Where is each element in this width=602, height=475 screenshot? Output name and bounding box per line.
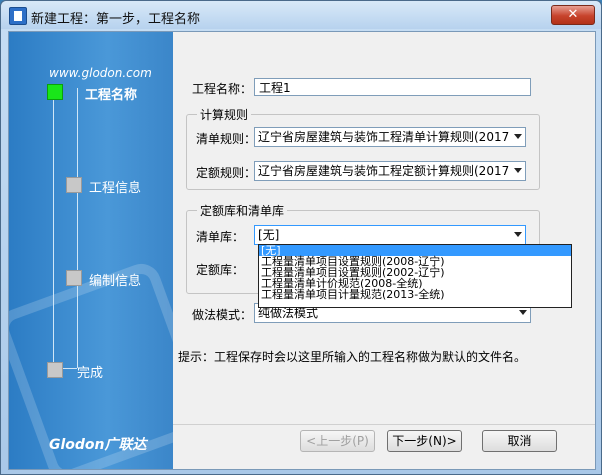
step-marker-project-info	[66, 177, 82, 193]
quota-rule-value: 辽宁省房屋建筑与装饰工程定额计算规则(2017	[258, 164, 510, 178]
list-lib-value: [无]	[258, 228, 280, 242]
project-name-label: 工程名称：	[192, 82, 253, 96]
prev-button[interactable]: <上一步(P)	[300, 430, 375, 452]
next-button[interactable]: 下一步(N)>	[387, 430, 462, 452]
cancel-button[interactable]: 取消	[482, 430, 557, 452]
chevron-down-icon	[514, 168, 522, 173]
step-project-name[interactable]: 工程名称	[85, 84, 137, 103]
step-project-info[interactable]: 工程信息	[89, 177, 141, 196]
step-connector	[77, 88, 78, 368]
step-connector	[53, 88, 54, 368]
quota-rule-label: 定额规则：	[196, 166, 257, 180]
wizard-window: 新建工程：第一步，工程名称 ✕ www.glodon.com 工程名称 工程信息…	[0, 0, 602, 475]
quota-rule-select[interactable]: 辽宁省房屋建筑与装饰工程定额计算规则(2017	[254, 161, 526, 181]
step-marker-finish	[47, 362, 63, 378]
app-icon	[9, 7, 27, 25]
footer-divider	[173, 424, 595, 425]
hint-text: 提示：工程保存时会以这里所输入的工程名称做为默认的文件名。	[178, 350, 527, 364]
step-marker-project-name	[47, 84, 63, 100]
project-name-input[interactable]: 工程1	[254, 78, 531, 96]
glodon-logo: Glodon广联达	[49, 437, 147, 453]
step-finish[interactable]: 完成	[77, 362, 103, 381]
list-rule-select[interactable]: 辽宁省房屋建筑与装饰工程清单计算规则(2017	[254, 127, 526, 147]
website-url: www.glodon.com	[49, 66, 152, 80]
close-button[interactable]: ✕	[551, 5, 595, 25]
libraries-title: 定额库和清单库	[197, 202, 288, 219]
step-navigation: www.glodon.com 工程名称 工程信息 编制信息 完成 Glodon广…	[9, 32, 173, 469]
wizard-body: www.glodon.com 工程名称 工程信息 编制信息 完成 Glodon广…	[8, 31, 596, 470]
title-bar: 新建工程：第一步，工程名称 ✕	[1, 1, 601, 29]
method-value: 纯做法模式	[258, 306, 319, 320]
step-marker-compile-info	[66, 270, 82, 286]
dropdown-option[interactable]: 工程量清单项目计量规范(2013-全统)	[259, 289, 571, 300]
chevron-down-icon	[514, 232, 522, 237]
list-rule-label: 清单规则：	[196, 132, 257, 146]
chevron-down-icon	[514, 134, 522, 139]
quota-lib-label: 定额库：	[196, 263, 245, 277]
calc-rules-title: 计算规则	[197, 106, 252, 123]
step-compile-info[interactable]: 编制信息	[89, 270, 141, 289]
list-lib-label: 清单库：	[196, 230, 245, 244]
list-lib-select[interactable]: [无]	[254, 225, 526, 245]
method-label: 做法模式：	[192, 308, 253, 322]
list-lib-dropdown: [无] 工程量清单项目设置规则(2008-辽宁) 工程量清单项目设置规则(200…	[258, 244, 572, 308]
window-title: 新建工程：第一步，工程名称	[31, 12, 201, 27]
chevron-down-icon	[519, 310, 527, 315]
list-rule-value: 辽宁省房屋建筑与装饰工程清单计算规则(2017	[258, 130, 510, 144]
